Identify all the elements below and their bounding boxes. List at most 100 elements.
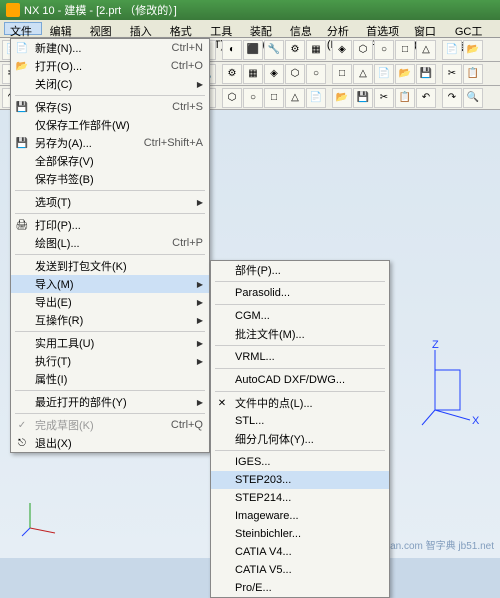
import-item-13[interactable]: 细分几何体(Y)... [211,430,389,448]
toolbar-button[interactable]: ✂ [374,88,394,108]
menu-8[interactable]: 分析(L) [321,22,358,35]
file-item-20[interactable]: 实用工具(U)▶ [11,334,209,352]
file-item-8[interactable]: 保存书签(B) [11,170,209,188]
menu-11[interactable]: GC工具箱 [449,22,496,35]
menu-shortcut: Ctrl+O [151,60,203,72]
file-item-7[interactable]: 全部保存(V) [11,152,209,170]
import-item-9[interactable]: AutoCAD DXF/DWG... [211,371,389,389]
toolbar-button[interactable]: ↷ [442,88,462,108]
file-item-22[interactable]: 属性(I) [11,370,209,388]
file-item-0[interactable]: 📄新建(N)...Ctrl+N [11,39,209,57]
toolbar-button[interactable]: 📂 [395,64,415,84]
import-item-21[interactable]: CATIA V5... [211,561,389,579]
file-dropdown-menu: 📄新建(N)...Ctrl+N📂打开(O)...Ctrl+O关闭(C)▶ 💾保存(… [10,38,210,453]
toolbar-button[interactable]: ⬡ [285,64,305,84]
import-item-20[interactable]: CATIA V4... [211,543,389,561]
menu-0[interactable]: 文件(F) [4,22,42,35]
import-item-12[interactable]: STL... [211,412,389,430]
toolbar-button[interactable]: ◈ [264,64,284,84]
file-item-1[interactable]: 📂打开(O)...Ctrl+O [11,57,209,75]
toolbar-button[interactable]: □ [264,88,284,108]
import-item-16[interactable]: STEP203... [211,471,389,489]
toolbar-button[interactable]: 📄 [306,88,326,108]
toolbar-button[interactable]: ⬛ [243,40,263,60]
file-item-5[interactable]: 仅保存工作部件(W) [11,116,209,134]
toolbar-button[interactable]: ↶ [416,88,436,108]
menu-1[interactable]: 编辑(E) [44,22,82,35]
toolbar-button[interactable]: 📂 [332,88,352,108]
toolbar-button[interactable]: ⬡ [222,88,242,108]
toolbar-button[interactable]: 📄 [442,40,462,60]
file-item-21[interactable]: 执行(T)▶ [11,352,209,370]
file-item-4[interactable]: 💾保存(S)Ctrl+S [11,98,209,116]
import-item-5[interactable]: 批注文件(M)... [211,325,389,343]
file-item-18[interactable]: 互操作(R)▶ [11,311,209,329]
import-item-0[interactable]: 部件(P)... [211,261,389,279]
toolbar-button[interactable]: ⚙ [285,40,305,60]
toolbar-button[interactable]: ○ [243,88,263,108]
ucs-axis-icon: Z X [420,340,480,420]
menu-4[interactable]: 格式(R) [164,22,202,35]
toolbar-button[interactable]: □ [395,40,415,60]
toolbar-button[interactable]: △ [353,64,373,84]
file-item-17[interactable]: 导出(E)▶ [11,293,209,311]
menu-separator [15,413,205,414]
toolbar-button[interactable]: ▦ [306,40,326,60]
import-item-17[interactable]: STEP214... [211,489,389,507]
menu-7[interactable]: 信息(I) [284,22,319,35]
toolbar-button[interactable]: 🔍 [463,88,483,108]
menu-item-label: 执行(T) [35,353,71,369]
toolbar-button[interactable]: 🔧 [264,40,284,60]
import-item-15[interactable]: IGES... [211,453,389,471]
toolbar-button[interactable]: □ [332,64,352,84]
import-item-18[interactable]: Imageware... [211,507,389,525]
menu-item-label: 保存(S) [35,99,72,115]
menu-6[interactable]: 装配(A) [244,22,282,35]
file-item-13[interactable]: 绘图(L)...Ctrl+P [11,234,209,252]
import-item-2[interactable]: Parasolid... [211,284,389,302]
import-item-22[interactable]: Pro/E... [211,579,389,597]
file-item-15[interactable]: 发送到打包文件(K) [11,257,209,275]
menu-item-label: 发送到打包文件(K) [35,258,127,274]
toolbar-button[interactable]: ○ [374,40,394,60]
toolbar-button[interactable]: △ [416,40,436,60]
toolbar-button[interactable]: ⚙ [222,64,242,84]
file-item-16[interactable]: 导入(M)▶ [11,275,209,293]
file-item-12[interactable]: 🖨打印(P)... [11,216,209,234]
toolbar-button[interactable]: 📂 [463,40,483,60]
toolbar-button[interactable]: 📄 [374,64,394,84]
file-item-6[interactable]: 💾另存为(A)...Ctrl+Shift+A [11,134,209,152]
menu-5[interactable]: 工具(T) [204,22,242,35]
toolbar-button[interactable]: 💾 [416,64,436,84]
toolbar-button[interactable]: ⬡ [353,40,373,60]
menu-separator [15,213,205,214]
import-item-7[interactable]: VRML... [211,348,389,366]
import-item-11[interactable]: ✕文件中的点(L)... [211,394,389,412]
menu-9[interactable]: 首选项(P) [360,22,406,35]
menu-3[interactable]: 插入(S) [124,22,162,35]
file-item-24[interactable]: 最近打开的部件(Y)▶ [11,393,209,411]
menu-10[interactable]: 窗口(O) [408,22,447,35]
import-item-19[interactable]: Steinbichler... [211,525,389,543]
toolbar-button[interactable]: ▦ [243,64,263,84]
menu-separator [215,450,385,451]
file-item-27[interactable]: ⎋退出(X) [11,434,209,452]
toolbar-button[interactable]: 📋 [463,64,483,84]
toolbar-button[interactable]: 💾 [353,88,373,108]
toolbar-button[interactable]: △ [285,88,305,108]
toolbar-button[interactable]: ○ [306,64,326,84]
menu-separator [15,254,205,255]
file-item-10[interactable]: 选项(T)▶ [11,193,209,211]
menu-item-label: 打印(P)... [35,217,81,233]
toolbar-button[interactable]: ◈ [332,40,352,60]
menu-2[interactable]: 视图(V) [84,22,122,35]
toolbar-button[interactable]: ✂ [442,64,462,84]
toolbar-button[interactable]: 📋 [395,88,415,108]
submenu-arrow-icon: ▶ [177,339,203,348]
file-item-2[interactable]: 关闭(C)▶ [11,75,209,93]
toolbar-button[interactable]: ◐ [222,40,242,60]
menu-item-label: 文件中的点(L)... [235,395,313,411]
menu-item-label: 新建(N)... [35,40,81,56]
import-item-4[interactable]: CGM... [211,307,389,325]
menu-item-label: 导出(E) [35,294,72,310]
